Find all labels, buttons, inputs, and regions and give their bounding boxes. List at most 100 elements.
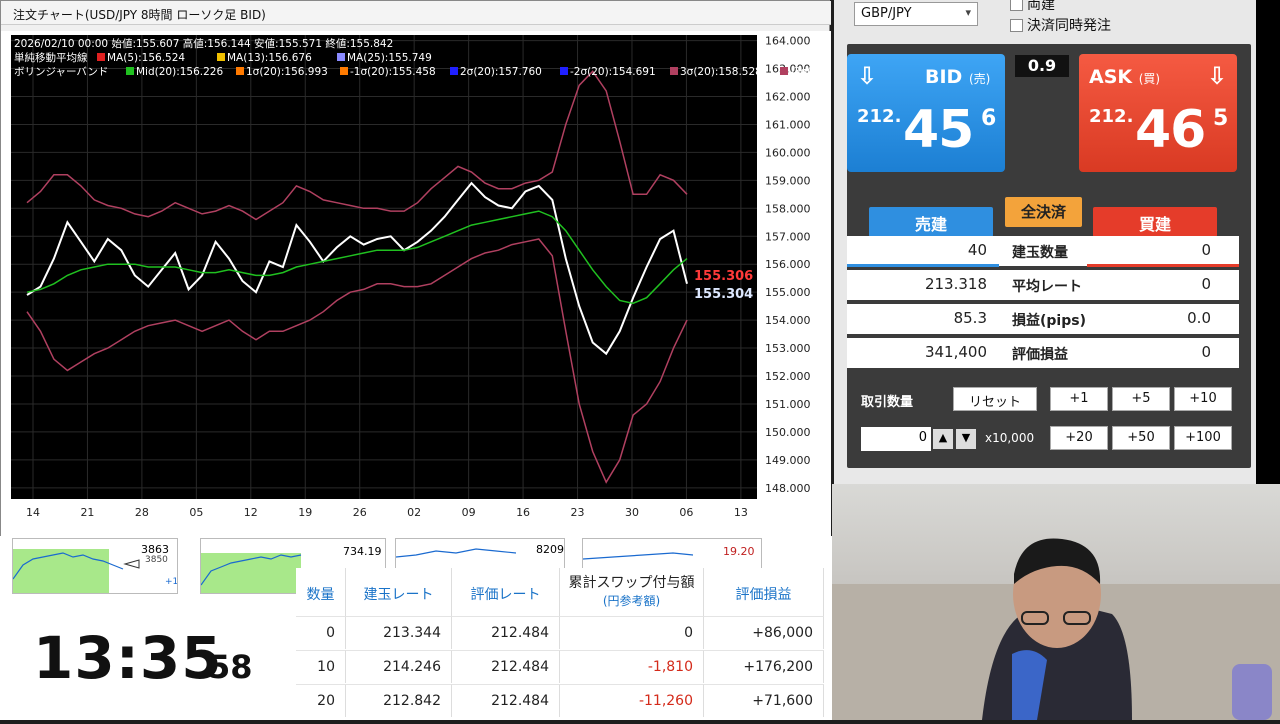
price-chart[interactable]: 164.000163.000162.000161.000160.000159.0… xyxy=(1,31,831,537)
hedge-checkbox[interactable]: 両建 xyxy=(1010,0,1055,14)
position-row: 85.3 損益(pips) 0.0 xyxy=(847,304,1239,334)
y-tick-label: 152.000 xyxy=(765,370,811,383)
sell-value: 40 xyxy=(967,241,987,259)
y-tick-label: 158.000 xyxy=(765,202,811,215)
x-tick-label: 30 xyxy=(625,506,639,519)
position-row: 213.318 平均レート 0 xyxy=(847,270,1239,300)
bb-legend-item: -1σ(20):155.458 xyxy=(350,66,436,78)
bb-legend-label: ボリンジャーバンド xyxy=(14,66,108,78)
y-tick-label: 160.000 xyxy=(765,146,811,159)
x-tick-label: 05 xyxy=(189,506,203,519)
sell-value: 85.3 xyxy=(953,309,987,327)
webcam-feed xyxy=(832,484,1280,720)
legend-swatch xyxy=(337,53,345,61)
header-pnl: 評価損益 xyxy=(704,568,824,616)
x-tick-label: 13 xyxy=(734,506,748,519)
bb-legend-item: -3σ(20):15 xyxy=(790,66,831,78)
row-label: 建玉数量 xyxy=(1012,245,1068,261)
currency-pair-value: GBP/JPY xyxy=(861,6,912,21)
header-swap-sub: (円参考額) xyxy=(602,594,661,608)
quantity-label: 取引数量 xyxy=(861,395,914,410)
bid-button[interactable]: ⇩ BID (売) 212. 45 6 xyxy=(847,54,1005,172)
currency-pair-select[interactable]: GBP/JPY ▾ xyxy=(854,2,978,26)
x-tick-label: 26 xyxy=(353,506,367,519)
simultaneous-settle-checkbox[interactable]: 決済同時発注 xyxy=(1010,15,1111,35)
screen-edge xyxy=(1256,0,1280,484)
table-cell: +86,000 xyxy=(704,616,824,649)
mini-chart-value: 19.20 xyxy=(723,545,755,558)
x-tick-label: 28 xyxy=(135,506,149,519)
table-cell: 213.344 xyxy=(346,616,452,649)
mini-chart-value: 8209 xyxy=(536,543,564,556)
close-all-button[interactable]: 全決済 xyxy=(1005,197,1082,227)
x-tick-label: 23 xyxy=(571,506,585,519)
add-50-button[interactable]: +50 xyxy=(1112,426,1170,450)
buy-value: 0.0 xyxy=(1187,309,1211,327)
add-100-button[interactable]: +100 xyxy=(1174,426,1232,450)
table-cell: 0 xyxy=(296,616,346,649)
mini-chart-sub: 3850 xyxy=(145,555,168,565)
table-cell: +176,200 xyxy=(704,650,824,683)
buy-position-tab[interactable]: 買建 xyxy=(1093,207,1217,237)
y-tick-label: 157.000 xyxy=(765,230,811,243)
x-tick-label: 19 xyxy=(298,506,312,519)
spread-value: 0.9 xyxy=(1015,55,1069,77)
buy-value: 0 xyxy=(1201,275,1211,293)
simultaneous-settle-label: 決済同時発注 xyxy=(1027,18,1111,34)
add-5-button[interactable]: +5 xyxy=(1112,387,1170,411)
reset-button[interactable]: リセット xyxy=(953,387,1037,411)
add-10-button[interactable]: +10 xyxy=(1174,387,1232,411)
y-tick-label: 151.000 xyxy=(765,398,811,411)
bid-big-figure: 212. xyxy=(857,106,902,127)
row-label: 損益(pips) xyxy=(1012,313,1086,329)
sell-value: 213.318 xyxy=(924,275,987,293)
ma-legend-label: 単純移動平均線 xyxy=(14,51,88,64)
table-cell: +71,600 xyxy=(704,684,824,717)
clock-hours-minutes: 13:35 xyxy=(33,624,223,692)
ask-pips: 46 xyxy=(1135,100,1206,160)
plot-background xyxy=(11,35,757,499)
y-tick-label: 161.000 xyxy=(765,118,811,131)
chart-window: 注文チャート(USD/JPY 8時間 ローソク足 BID) 164.000 16 3… xyxy=(0,0,831,537)
decrement-arrow-icon[interactable]: ▼ xyxy=(956,429,976,449)
legend-swatch xyxy=(560,67,568,75)
row-label: 評価損益 xyxy=(1012,347,1068,363)
add-1-button[interactable]: +1 xyxy=(1050,387,1108,411)
header-qty: 数量 xyxy=(296,568,346,616)
y-tick-label: 153.000 xyxy=(765,342,811,355)
ask-fraction: 5 xyxy=(1213,106,1229,131)
quantity-input[interactable]: 0 xyxy=(861,427,931,451)
clock-seconds: 58 xyxy=(208,648,253,686)
add-20-button[interactable]: +20 xyxy=(1050,426,1108,450)
mini-chart-pct: +1% xyxy=(165,577,178,587)
x-tick-label: 14 xyxy=(26,506,40,519)
bb-legend-item: 1σ(20):156.993 xyxy=(246,66,328,78)
y-tick-label: 155.000 xyxy=(765,286,811,299)
positions-table: 数量 建玉レート 評価レート 累計スワップ付与額 (円参考額) 評価損益 0 2… xyxy=(296,568,832,720)
checkbox-icon xyxy=(1010,19,1023,32)
mini-chart: 3863 3850 +1% xyxy=(12,538,178,594)
header-eval-rate: 評価レート xyxy=(452,568,560,616)
table-cell: 10 xyxy=(296,650,346,683)
chart-info-line: 2026/02/10 00:00 始値:155.607 高値:156.144 安… xyxy=(14,37,393,50)
arrow-down-icon: ⇩ xyxy=(1207,62,1228,90)
x-tick-label: 21 xyxy=(80,506,94,519)
table-cell: 0 xyxy=(560,616,704,649)
current-price-tag-white: 155.304 xyxy=(694,287,753,302)
table-cell: 212.842 xyxy=(346,684,452,717)
y-tick-label: 164.000 xyxy=(765,35,811,48)
table-cell: 214.246 xyxy=(346,650,452,683)
sell-position-tab[interactable]: 売建 xyxy=(869,207,993,237)
webcam-image xyxy=(832,538,1280,720)
increment-arrow-icon[interactable]: ▲ xyxy=(933,429,953,449)
sell-value: 341,400 xyxy=(924,343,987,361)
legend-swatch xyxy=(670,67,678,75)
bid-pips: 45 xyxy=(903,100,974,160)
chart-area[interactable]: 164.000163.000162.000161.000160.000159.0… xyxy=(1,31,831,537)
legend-swatch xyxy=(450,67,458,75)
arrow-down-icon: ⇩ xyxy=(857,62,878,90)
ask-button[interactable]: ASK (買) ⇩ 212. 46 5 xyxy=(1079,54,1237,172)
y-tick-label: 159.000 xyxy=(765,174,811,187)
ma-legend-item: MA(13):156.676 xyxy=(227,52,312,64)
x-tick-label: 09 xyxy=(462,506,476,519)
